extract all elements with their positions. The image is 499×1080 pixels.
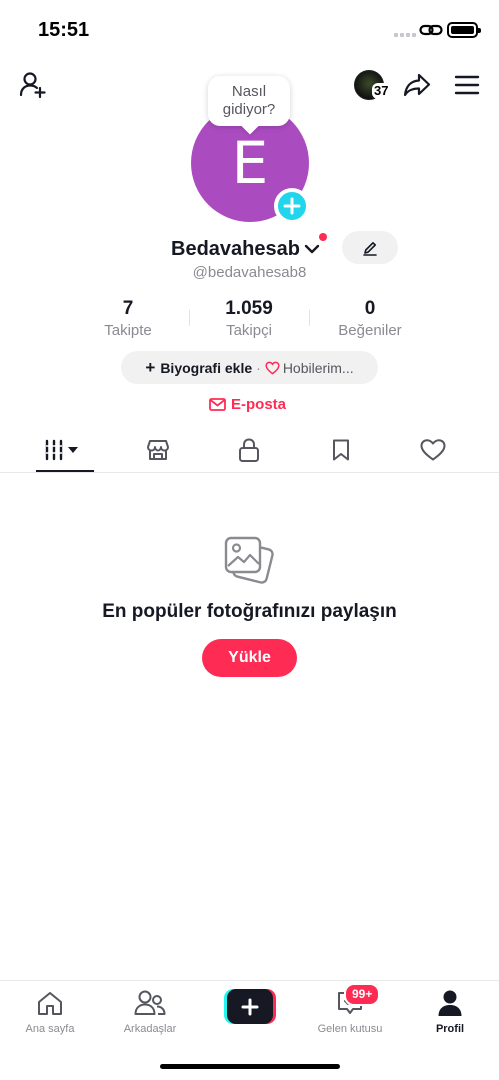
inbox-count-badge: 99+ [344,983,381,1006]
stat-label: Takipte [104,322,152,339]
stat-label: Takipçi [226,322,272,339]
stat-followers[interactable]: 1.059 Takipçi [189,298,309,339]
friends-icon [134,990,166,1015]
heart-icon [420,439,446,461]
upload-button[interactable]: Yükle [202,639,297,677]
stat-value: 1.059 [225,298,273,319]
nav-label: Profil [435,1023,465,1035]
shop-icon [147,440,169,460]
status-bar: 15:51 [0,0,499,58]
create-plus-icon [241,998,259,1015]
bubble-text: Nasıl gidiyor? [222,83,276,118]
home-indicator [160,1064,340,1069]
bio-separator: · [256,359,261,376]
profile-icon [438,990,462,1016]
stat-value: 0 [364,298,376,319]
bookmark-icon [333,439,349,461]
display-name: Bedavahesab [171,237,300,260]
nav-label: Arkadaşlar [123,1023,177,1035]
status-time: 15:51 [38,19,90,41]
stat-value: 7 [122,298,134,319]
add-bio-label: Biyografi ekle [160,359,253,376]
active-tab-indicator [36,470,94,472]
nav-label: Gelen kutusu [317,1023,383,1035]
stat-following[interactable]: 7 Takipte [68,298,188,339]
display-name-row[interactable]: Bedavahesab [171,236,320,262]
email-label: E-posta [231,396,287,413]
username: @bedavahesab8 [192,264,307,281]
create-button[interactable] [224,989,276,1024]
photos-icon [224,536,274,584]
link-icon [419,24,443,36]
tab-private[interactable] [219,434,279,466]
grid-videos-icon [45,439,78,461]
status-bubble[interactable]: Nasıl gidiyor? [208,76,290,126]
plus-icon: + [145,357,156,377]
share-icon[interactable] [400,68,434,102]
tab-liked[interactable] [403,434,463,466]
content-tabs [0,428,499,473]
stat-label: Beğeniler [338,322,402,339]
email-link[interactable]: E-posta [209,396,286,413]
battery-icon [447,22,481,38]
bio-hobbies-pill[interactable]: + Biyografi ekle · Hobilerim... [121,351,378,384]
pencil-icon [363,241,377,256]
hobbies-label: Hobilerim... [282,359,354,376]
nav-home[interactable]: Ana sayfa [5,987,95,1035]
nav-profile[interactable]: Profil [405,987,495,1035]
signal-icon [394,31,416,37]
upload-button-label: Yükle [228,649,271,666]
notification-dot [319,233,327,241]
add-friend-icon[interactable] [16,68,50,102]
lock-icon [239,438,259,462]
heart-outline-icon [265,361,280,375]
empty-state-title: En popüler fotoğrafınızı paylaşın [102,601,397,622]
stat-likes[interactable]: 0 Beğeniler [310,298,430,339]
add-avatar-icon[interactable] [274,188,310,224]
menu-icon[interactable] [450,68,484,102]
tab-saved[interactable] [311,434,371,466]
nav-friends[interactable]: Arkadaşlar [105,987,195,1035]
tab-videos[interactable] [35,434,95,466]
home-icon [38,992,62,1015]
chevron-down-icon [304,244,320,254]
avatar-letter: E [231,129,269,197]
following-count-badge: 37 [372,83,391,99]
nav-label: Ana sayfa [25,1023,75,1035]
mail-icon [209,398,226,411]
edit-profile-button[interactable] [342,231,398,264]
tab-shop[interactable] [128,434,188,466]
